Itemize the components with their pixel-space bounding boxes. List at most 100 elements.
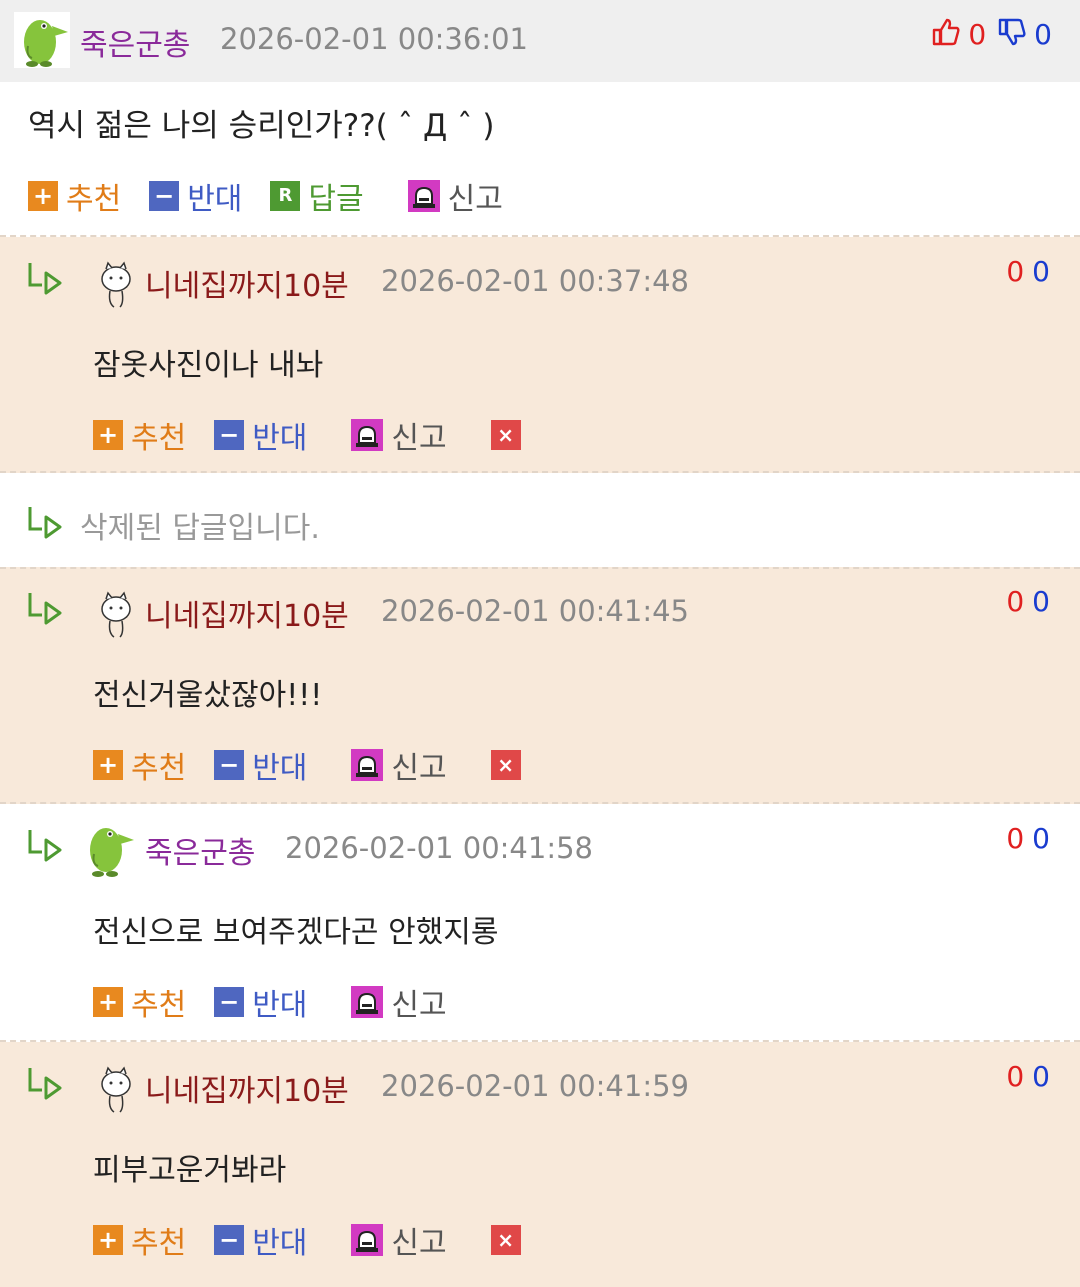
main-comment-header: 죽은군총 2026-02-01 00:36:01 0 0 xyxy=(0,0,1080,82)
reply-votes: 00 xyxy=(1006,1060,1050,1093)
report-label: 신고 xyxy=(391,421,447,456)
reply-actions: + 추천 − 반대 신고 xyxy=(93,980,475,1024)
plus-icon: + xyxy=(93,420,123,450)
oppose-button[interactable]: − 반대 xyxy=(214,743,307,787)
main-comment-timestamp: 2026-02-01 00:36:01 xyxy=(220,22,528,56)
reply-downvote-count[interactable]: 0 xyxy=(1032,822,1050,855)
reply-upvote-count[interactable]: 0 xyxy=(1006,585,1024,618)
deleted-reply: 삭제된 답글입니다. xyxy=(0,473,1080,567)
recommend-button[interactable]: + 추천 xyxy=(93,980,186,1024)
reply-arrow-icon xyxy=(26,591,64,625)
reply-votes: 00 xyxy=(1006,822,1050,855)
reply-text: 잠옷사진이나 내놔 xyxy=(93,348,324,383)
report-label: 신고 xyxy=(391,988,447,1023)
plus-icon: + xyxy=(93,987,123,1017)
report-button[interactable]: 신고 xyxy=(351,1218,447,1262)
reply-timestamp: 2026-02-01 00:41:59 xyxy=(381,1069,689,1103)
siren-icon xyxy=(351,986,384,1018)
siren-icon xyxy=(407,180,440,212)
delete-button[interactable]: × xyxy=(490,750,529,780)
report-button[interactable]: 신고 xyxy=(351,980,447,1024)
reply-nickname[interactable]: 니네집까지10분 xyxy=(145,1066,349,1110)
reply-nickname[interactable]: 죽은군총 xyxy=(145,828,255,872)
siren-icon xyxy=(351,749,384,781)
main-comment-nickname[interactable]: 죽은군총 xyxy=(80,20,190,64)
oppose-button[interactable]: − 반대 xyxy=(214,980,307,1024)
recommend-label: 추천 xyxy=(131,1226,187,1261)
minus-icon: − xyxy=(214,750,245,780)
reply-text: 전신거울샀잖아!!! xyxy=(93,678,323,713)
reply-timestamp: 2026-02-01 00:41:58 xyxy=(285,831,593,865)
reply-downvote-count[interactable]: 0 xyxy=(1032,255,1050,288)
reply-arrow-icon xyxy=(26,505,64,539)
oppose-label: 반대 xyxy=(252,751,308,786)
cat-avatar[interactable] xyxy=(96,1066,140,1114)
reply-downvote-count[interactable]: 0 xyxy=(1032,1060,1050,1093)
oppose-button[interactable]: − 반대 xyxy=(149,174,242,218)
divider xyxy=(0,567,1080,569)
cat-avatar[interactable] xyxy=(96,261,140,309)
plus-icon: + xyxy=(28,181,58,211)
reply-button[interactable]: R 답글 xyxy=(270,174,364,218)
main-comment-downvote-count: 0 xyxy=(1034,17,1052,51)
dino-avatar[interactable] xyxy=(80,820,136,878)
report-button[interactable]: 신고 xyxy=(407,174,503,218)
reply-votes: 00 xyxy=(1006,255,1050,288)
reply-actions: + 추천 − 반대 신고 × xyxy=(93,743,557,787)
recommend-label: 추천 xyxy=(131,751,187,786)
report-button[interactable]: 신고 xyxy=(351,743,447,787)
reply-upvote-count[interactable]: 0 xyxy=(1006,255,1024,288)
oppose-button[interactable]: − 반대 xyxy=(214,1218,307,1262)
recommend-label: 추천 xyxy=(131,421,187,456)
reply-nickname[interactable]: 니네집까지10분 xyxy=(145,591,349,635)
report-label: 신고 xyxy=(447,182,503,217)
plus-icon: + xyxy=(93,1225,123,1255)
oppose-button[interactable]: − 반대 xyxy=(214,413,307,457)
recommend-button[interactable]: + 추천 xyxy=(93,743,186,787)
thumbs-down-icon[interactable] xyxy=(996,16,1028,52)
minus-icon: − xyxy=(149,181,180,211)
close-icon: × xyxy=(490,420,521,450)
oppose-label: 반대 xyxy=(252,421,308,456)
reply-icon: R xyxy=(270,181,301,211)
main-comment-upvote-count: 0 xyxy=(968,17,987,51)
reply-arrow-icon xyxy=(26,1066,64,1100)
close-icon: × xyxy=(490,750,521,780)
recommend-label: 추천 xyxy=(131,988,187,1023)
report-button[interactable]: 신고 xyxy=(351,413,447,457)
recommend-button[interactable]: + 추천 xyxy=(93,1218,186,1262)
reply-timestamp: 2026-02-01 00:37:48 xyxy=(381,264,689,298)
dino-avatar[interactable] xyxy=(14,12,70,68)
reply-actions: + 추천 − 반대 신고 × xyxy=(93,1218,557,1262)
reply-votes: 00 xyxy=(1006,585,1050,618)
deleted-reply-text: 삭제된 답글입니다. xyxy=(80,511,320,546)
main-comment-actions: + 추천 − 반대 R 답글 신고 xyxy=(28,174,531,218)
reply-text: 전신으로 보여주겠다곤 안했지롱 xyxy=(93,915,499,950)
siren-icon xyxy=(351,1224,384,1256)
reply-item: 죽은군총 2026-02-01 00:41:58 00 전신으로 보여주겠다곤 … xyxy=(0,804,1080,1042)
reply-downvote-count[interactable]: 0 xyxy=(1032,585,1050,618)
reply-item: 니네집까지10분 2026-02-01 00:37:48 00 잠옷사진이나 내… xyxy=(0,237,1080,473)
thumbs-up-icon[interactable] xyxy=(930,16,962,52)
oppose-label: 반대 xyxy=(252,1226,308,1261)
main-comment-text: 역시 젊은 나의 승리인가??( ˆ Д ˆ ) xyxy=(28,108,495,144)
recommend-button[interactable]: + 추천 xyxy=(93,413,186,457)
siren-icon xyxy=(351,419,384,451)
cat-avatar[interactable] xyxy=(96,591,140,639)
oppose-label: 반대 xyxy=(252,988,308,1023)
minus-icon: − xyxy=(214,420,245,450)
reply-arrow-icon xyxy=(26,261,64,295)
reply-item: 니네집까지10분 2026-02-01 00:41:45 00 전신거울샀잖아!… xyxy=(0,567,1080,804)
reply-upvote-count[interactable]: 0 xyxy=(1006,1060,1024,1093)
delete-button[interactable]: × xyxy=(490,420,529,450)
reply-label: 답글 xyxy=(308,182,364,217)
recommend-button[interactable]: + 추천 xyxy=(28,174,121,218)
report-label: 신고 xyxy=(391,751,447,786)
reply-text: 피부고운거봐라 xyxy=(93,1153,287,1188)
reply-nickname[interactable]: 니네집까지10분 xyxy=(145,261,349,305)
minus-icon: − xyxy=(214,1225,245,1255)
delete-button[interactable]: × xyxy=(490,1225,529,1255)
reply-upvote-count[interactable]: 0 xyxy=(1006,822,1024,855)
close-icon: × xyxy=(490,1225,521,1255)
reply-arrow-icon xyxy=(26,828,64,862)
